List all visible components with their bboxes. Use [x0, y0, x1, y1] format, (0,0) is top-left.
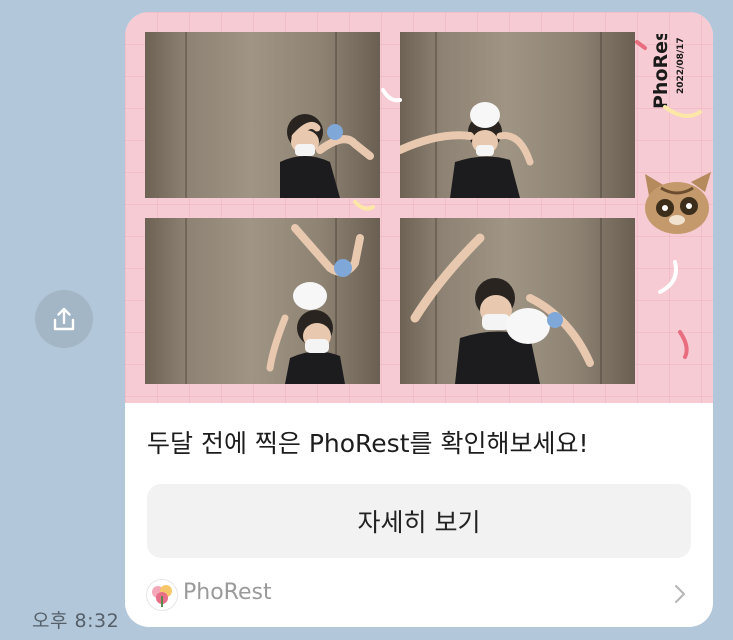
message-card[interactable]: PhoRest 2022/08/17 두달 전에 찍은 PhoRest를 확인해…: [125, 12, 713, 627]
cat-sticker-icon: [645, 172, 711, 234]
photo-3: [145, 218, 380, 384]
phorest-logo-icon: [146, 579, 178, 611]
photo-4: [400, 218, 635, 384]
share-upload-icon: [53, 307, 75, 331]
svg-text:PhoRest: PhoRest: [650, 34, 672, 109]
chevron-right-icon[interactable]: [673, 583, 687, 605]
person-figure: [400, 102, 534, 198]
message-time: 오후 8:32: [32, 610, 120, 632]
person-figure: [280, 114, 374, 198]
message-text: 두달 전에 찍은 PhoRest를 확인해보세요!: [147, 429, 589, 458]
share-button[interactable]: [35, 290, 93, 348]
person-figure: [410, 233, 594, 384]
person-figure: [266, 224, 364, 384]
channel-name: PhoRest: [183, 580, 272, 605]
view-details-button[interactable]: 자세히 보기: [147, 484, 691, 558]
photo-1: [145, 32, 380, 198]
phorest-brand-logo: PhoRest 2022/08/17: [650, 34, 686, 109]
channel-footer[interactable]: PhoRest: [125, 572, 713, 617]
photo-2: [400, 32, 635, 198]
photo-strip-image[interactable]: PhoRest 2022/08/17: [125, 12, 713, 403]
svg-text:2022/08/17: 2022/08/17: [676, 37, 686, 94]
